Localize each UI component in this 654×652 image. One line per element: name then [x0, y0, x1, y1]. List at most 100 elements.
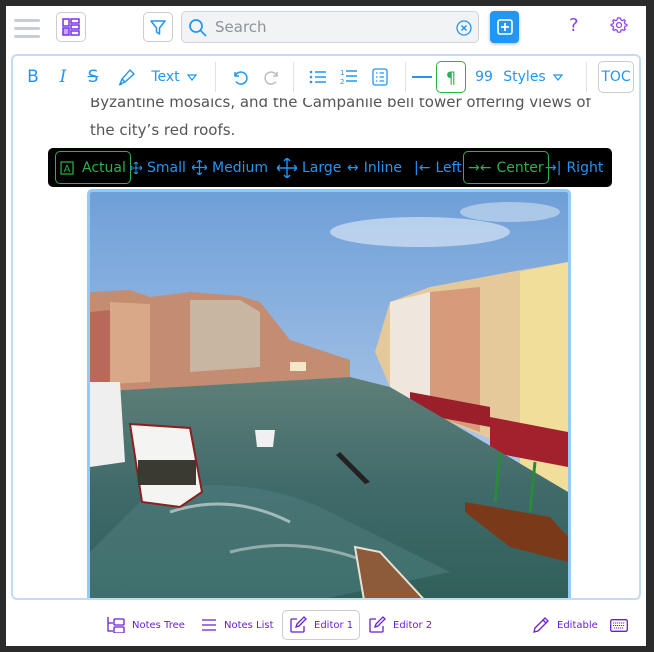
editable-label: Editable: [557, 619, 598, 631]
undo-icon: [234, 71, 248, 85]
image-size-toolbar: A Actual Small Medium Large ↔ Inline |← …: [48, 148, 612, 187]
image-size-medium-button[interactable]: Medium: [192, 151, 268, 184]
hamburger-icon[interactable]: [14, 17, 40, 39]
image-size-actual-button[interactable]: A Actual: [55, 151, 131, 184]
filter-icon: [150, 20, 166, 35]
edit-square-icon: [290, 616, 307, 633]
bottom-bar: Notes Tree Notes List Editor 1 Editor 2: [6, 602, 646, 646]
redo-button[interactable]: [261, 66, 283, 88]
notes-tree-button[interactable]: Notes Tree: [107, 610, 185, 640]
keyboard-icon: [610, 618, 628, 632]
toc-button[interactable]: TOC: [598, 61, 634, 93]
toolbar-divider: [586, 62, 587, 92]
left-label: Left: [435, 159, 462, 176]
editable-toggle[interactable]: Editable: [532, 610, 598, 640]
search-box: [181, 11, 479, 43]
right-label: Right: [566, 159, 604, 176]
pencil-icon: [533, 617, 549, 633]
keyboard-button[interactable]: [610, 610, 635, 640]
editor-2-tab[interactable]: Editor 2: [368, 610, 432, 640]
align-center-icon: →←: [468, 159, 492, 176]
embedded-image[interactable]: [87, 189, 571, 598]
app-window: ? B I S Text: [6, 6, 646, 646]
checklist-button[interactable]: [369, 66, 391, 88]
paragraph-button[interactable]: ¶: [436, 61, 466, 93]
editor-panel: B I S Text 1 2 ¶ 99 Styles TOC Byzantine…: [11, 54, 641, 600]
edit-square-icon: [369, 616, 386, 633]
svg-text:1: 1: [340, 69, 344, 77]
add-note-icon: [496, 19, 513, 35]
toolbar-divider: [215, 62, 216, 92]
search-icon: [189, 19, 207, 37]
filter-button[interactable]: [143, 12, 173, 42]
svg-text:A: A: [64, 164, 71, 175]
notes-list-button[interactable]: Notes List: [201, 610, 274, 640]
move-medium-icon: [192, 160, 207, 175]
chevron-down-icon: [186, 73, 197, 81]
italic-icon: I: [59, 67, 67, 87]
move-large-icon: [277, 157, 297, 178]
undo-button[interactable]: [229, 66, 251, 88]
editor-1-label: Editor 1: [314, 619, 354, 631]
paragraph-text: Byzantine mosaics, and the Campanile bel…: [90, 98, 591, 111]
text-style-dropdown[interactable]: Text: [149, 66, 199, 88]
align-right-icon: →|: [545, 159, 562, 176]
editor-content[interactable]: Byzantine mosaics, and the Campanile bel…: [13, 98, 639, 598]
clear-circle-icon[interactable]: [456, 20, 472, 36]
horizontal-rule-icon: [412, 76, 432, 78]
numbered-list-button[interactable]: 1 2: [338, 66, 360, 88]
actual-label: Actual: [82, 159, 126, 176]
center-label: Center: [496, 159, 544, 176]
notes-list-icon: [202, 619, 216, 631]
highlight-button[interactable]: [116, 66, 138, 88]
inline-label: Inline: [363, 159, 403, 176]
paragraph-icon: ¶: [445, 67, 457, 87]
text-style-label: Text: [151, 69, 180, 85]
top-bar: ?: [6, 6, 646, 52]
medium-label: Medium: [212, 159, 268, 176]
toolbar-divider: [405, 62, 406, 92]
image-size-large-button[interactable]: Large: [277, 151, 341, 184]
italic-button[interactable]: I: [53, 66, 73, 88]
numbered-list-icon: 1 2: [340, 69, 357, 86]
bullet-list-icon: [309, 70, 326, 84]
strikethrough-icon: S: [87, 67, 99, 87]
svg-text:2: 2: [340, 78, 344, 86]
large-label: Large: [302, 159, 342, 176]
align-left-icon: |←: [414, 159, 431, 176]
help-icon[interactable]: ?: [569, 15, 579, 36]
styles-label: Styles: [503, 69, 546, 85]
formatting-toolbar: B I S Text 1 2 ¶ 99 Styles TOC: [13, 56, 639, 98]
toc-label: TOC: [601, 69, 631, 85]
image-align-right-button[interactable]: →| Right: [545, 151, 603, 184]
strikethrough-button[interactable]: S: [83, 66, 103, 88]
blockquote-icon: 99: [475, 69, 493, 85]
styles-dropdown[interactable]: Styles: [503, 66, 563, 88]
image-align-center-button[interactable]: →← Center: [463, 151, 549, 184]
actual-size-icon: A: [60, 160, 74, 175]
image-inline-button[interactable]: ↔ Inline: [347, 151, 402, 184]
layout-panels-icon: [62, 18, 80, 36]
add-note-button[interactable]: [490, 11, 519, 43]
bullet-list-button[interactable]: [307, 66, 329, 88]
toolbar-divider: [293, 62, 294, 92]
image-size-small-button[interactable]: Small: [130, 151, 186, 184]
highlighter-icon: [118, 69, 135, 86]
move-small-icon: [130, 161, 142, 174]
chevron-down-icon: [552, 73, 563, 81]
editor-1-tab[interactable]: Editor 1: [282, 610, 361, 640]
blockquote-button[interactable]: 99: [473, 66, 495, 88]
notes-list-label: Notes List: [224, 619, 274, 631]
bold-icon: B: [27, 67, 39, 87]
checklist-icon: [372, 68, 388, 86]
inline-arrows-icon: ↔: [347, 159, 359, 176]
small-label: Small: [147, 159, 186, 176]
redo-icon: [264, 71, 278, 85]
bold-button[interactable]: B: [23, 66, 43, 88]
search-input[interactable]: [215, 16, 450, 38]
layout-panels-button[interactable]: [56, 12, 86, 42]
paragraph-text: the city’s red roofs.: [90, 121, 236, 139]
gear-icon[interactable]: [610, 16, 628, 34]
image-align-left-button[interactable]: |← Left: [414, 151, 462, 184]
horizontal-rule-button[interactable]: [411, 66, 433, 88]
